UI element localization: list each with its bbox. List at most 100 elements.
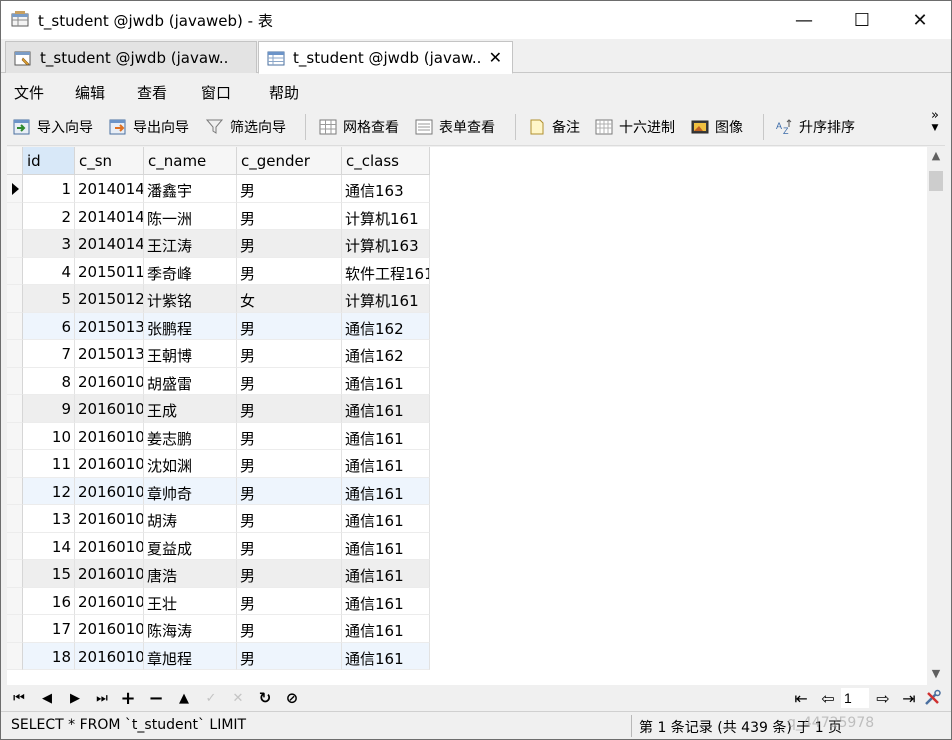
- row-marker[interactable]: [7, 477, 23, 505]
- cell-c-class[interactable]: 通信161: [342, 505, 430, 533]
- row-marker[interactable]: [7, 175, 23, 203]
- row-marker[interactable]: [7, 285, 23, 313]
- last-page-icon[interactable]: ⇥: [899, 689, 919, 708]
- stop-icon[interactable]: ⊘: [282, 689, 302, 707]
- table-row[interactable]: 1 2014014 潘鑫宇男通信163: [7, 175, 430, 203]
- tab-query[interactable]: t_student @jwdb (javaw...: [5, 41, 257, 73]
- cell-c-name[interactable]: 计紫铭: [144, 285, 237, 313]
- cell-c-name[interactable]: 胡盛雷: [144, 367, 237, 395]
- cell-id[interactable]: 10: [23, 422, 75, 450]
- delete-record-icon[interactable]: −: [146, 688, 166, 709]
- cell-c-class[interactable]: 通信161: [342, 477, 430, 505]
- row-marker[interactable]: [7, 587, 23, 615]
- settings-tools-icon[interactable]: [923, 689, 943, 707]
- row-marker[interactable]: [7, 450, 23, 478]
- cell-c-class[interactable]: 通信162: [342, 340, 430, 368]
- cell-id[interactable]: 2: [23, 202, 75, 230]
- first-record-icon[interactable]: ⏮: [9, 689, 29, 707]
- toolbar-overflow-button[interactable]: » ▼: [931, 109, 939, 134]
- row-marker[interactable]: [7, 615, 23, 643]
- menu-window[interactable]: 窗口: [201, 82, 231, 103]
- tab-table[interactable]: t_student @jwdb (javaw... ✕: [258, 41, 513, 74]
- table-row[interactable]: 2 2014014 陈一洲男计算机161: [7, 202, 430, 230]
- cell-c-gender[interactable]: 男: [237, 422, 342, 450]
- cell-id[interactable]: 17: [23, 615, 75, 643]
- cell-c-name[interactable]: 唐浩: [144, 560, 237, 588]
- table-row[interactable]: 11 2016010 沈如渊男通信161: [7, 450, 430, 478]
- row-marker[interactable]: [7, 257, 23, 285]
- table-row[interactable]: 5 2015012 计紫铭女计算机161: [7, 285, 430, 313]
- table-row[interactable]: 12 2016010 章帅奇男通信161: [7, 477, 430, 505]
- column-header-id[interactable]: id: [23, 147, 75, 175]
- cell-c-sn[interactable]: 2015013: [75, 340, 144, 368]
- memo-button[interactable]: 备注: [528, 116, 580, 138]
- cell-id[interactable]: 4: [23, 257, 75, 285]
- cell-c-class[interactable]: 计算机161: [342, 285, 430, 313]
- cell-id[interactable]: 5: [23, 285, 75, 313]
- scroll-up-icon[interactable]: ▲: [927, 149, 945, 165]
- cell-c-class[interactable]: 通信162: [342, 312, 430, 340]
- menu-help[interactable]: 帮助: [269, 82, 299, 103]
- cell-c-gender[interactable]: 男: [237, 175, 342, 203]
- column-header-c-name[interactable]: c_name: [144, 147, 237, 175]
- table-row[interactable]: 14 2016010 夏益成男通信161: [7, 532, 430, 560]
- cell-c-name[interactable]: 张鹏程: [144, 312, 237, 340]
- cell-id[interactable]: 8: [23, 367, 75, 395]
- table-row[interactable]: 10 2016010 姜志鹏男通信161: [7, 422, 430, 450]
- export-wizard-button[interactable]: 导出向导: [109, 116, 189, 138]
- image-button[interactable]: 图像: [691, 116, 743, 138]
- row-marker[interactable]: [7, 505, 23, 533]
- cell-id[interactable]: 15: [23, 560, 75, 588]
- menu-file[interactable]: 文件: [14, 82, 44, 103]
- cell-c-gender[interactable]: 男: [237, 340, 342, 368]
- form-view-button[interactable]: 表单查看: [415, 116, 495, 138]
- cell-c-sn[interactable]: 2016010: [75, 587, 144, 615]
- cell-c-gender[interactable]: 女: [237, 285, 342, 313]
- cell-c-sn[interactable]: 2016010: [75, 642, 144, 670]
- cell-c-sn[interactable]: 2015011: [75, 257, 144, 285]
- cell-c-gender[interactable]: 男: [237, 587, 342, 615]
- cell-c-gender[interactable]: 男: [237, 395, 342, 423]
- page-number-input[interactable]: [841, 688, 869, 708]
- cell-c-gender[interactable]: 男: [237, 202, 342, 230]
- grid-view-button[interactable]: 网格查看: [319, 116, 399, 138]
- cell-id[interactable]: 9: [23, 395, 75, 423]
- next-record-icon[interactable]: ▶: [65, 689, 85, 707]
- cell-c-class[interactable]: 通信161: [342, 587, 430, 615]
- cell-c-sn[interactable]: 2016010: [75, 560, 144, 588]
- cell-c-gender[interactable]: 男: [237, 532, 342, 560]
- cell-c-class[interactable]: 通信161: [342, 450, 430, 478]
- table-row[interactable]: 3 2014014 王江涛男计算机163: [7, 230, 430, 258]
- cell-c-name[interactable]: 季奇峰: [144, 257, 237, 285]
- cell-c-name[interactable]: 陈海涛: [144, 615, 237, 643]
- last-record-icon[interactable]: ⏭: [92, 689, 112, 707]
- cell-id[interactable]: 16: [23, 587, 75, 615]
- next-page-icon[interactable]: ⇨: [873, 689, 893, 708]
- cell-c-class[interactable]: 通信161: [342, 560, 430, 588]
- cell-id[interactable]: 11: [23, 450, 75, 478]
- cell-c-class[interactable]: 通信161: [342, 642, 430, 670]
- cell-c-sn[interactable]: 2014014: [75, 230, 144, 258]
- row-marker[interactable]: [7, 202, 23, 230]
- row-marker[interactable]: [7, 395, 23, 423]
- add-record-icon[interactable]: +: [118, 688, 138, 709]
- cell-id[interactable]: 13: [23, 505, 75, 533]
- cell-c-class[interactable]: 通信161: [342, 395, 430, 423]
- cell-c-gender[interactable]: 男: [237, 257, 342, 285]
- cell-c-gender[interactable]: 男: [237, 642, 342, 670]
- table-row[interactable]: 18 2016010 章旭程男通信161: [7, 642, 430, 670]
- cell-c-name[interactable]: 王江涛: [144, 230, 237, 258]
- cell-c-class[interactable]: 计算机161: [342, 202, 430, 230]
- cell-c-sn[interactable]: 2015012: [75, 285, 144, 313]
- cell-c-class[interactable]: 通信163: [342, 175, 430, 203]
- cell-c-name[interactable]: 胡涛: [144, 505, 237, 533]
- cell-c-class[interactable]: 通信161: [342, 367, 430, 395]
- cell-c-name[interactable]: 章帅奇: [144, 477, 237, 505]
- cell-id[interactable]: 7: [23, 340, 75, 368]
- column-header-c-class[interactable]: c_class: [342, 147, 430, 175]
- cell-c-sn[interactable]: 2015013: [75, 312, 144, 340]
- sort-ascending-button[interactable]: A Z 升序排序: [775, 116, 855, 138]
- close-window-button[interactable]: ✕: [897, 1, 943, 39]
- cell-c-name[interactable]: 夏益成: [144, 532, 237, 560]
- cell-c-name[interactable]: 潘鑫宇: [144, 175, 237, 203]
